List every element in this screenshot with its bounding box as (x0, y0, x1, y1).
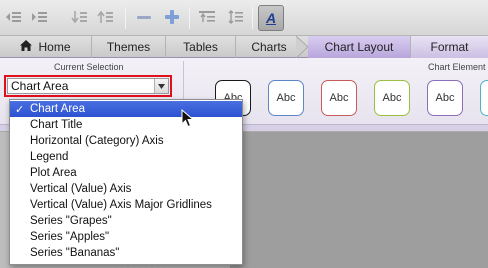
menu-item-chart-area[interactable]: ✓ Chart Area (10, 101, 242, 117)
menu-item-label: Legend (30, 151, 69, 163)
increase-indent-icon[interactable] (30, 9, 48, 25)
toolbar-separator (252, 7, 253, 29)
tab-themes-label: Themes (106, 40, 151, 54)
dropdown-arrow-icon[interactable] (154, 79, 168, 93)
menu-item-plot-area[interactable]: Plot Area (10, 165, 242, 181)
chart-element-select[interactable]: Chart Area (7, 78, 169, 94)
tab-home-label: Home (38, 40, 71, 54)
tab-home[interactable]: Home (0, 36, 92, 58)
tab-tables-label: Tables (183, 40, 218, 54)
style-thumbnail[interactable]: Abc (268, 80, 304, 116)
menu-item-label: Chart Title (30, 119, 83, 131)
home-icon (20, 40, 33, 54)
text-style-glyph: A (265, 10, 277, 26)
bring-forward-icon[interactable] (70, 9, 88, 25)
tab-format-label: Format (430, 40, 469, 54)
align-top-icon[interactable] (198, 9, 216, 25)
style-thumbnail-label: Abc (329, 92, 349, 104)
toolbar: A (0, 0, 488, 36)
style-thumbnail[interactable]: Abc (427, 80, 463, 116)
align-center-icon[interactable] (226, 9, 244, 25)
style-thumbnail[interactable] (480, 80, 488, 116)
tab-tables[interactable]: Tables (166, 36, 236, 58)
menu-item-series-bananas[interactable]: Series "Bananas" (10, 245, 242, 261)
mouse-cursor-icon (181, 109, 195, 128)
menu-item-label: Plot Area (30, 167, 77, 179)
highlight-frame: Chart Area (4, 75, 172, 97)
menu-item-series-apples[interactable]: Series "Apples" (10, 229, 242, 245)
tab-themes[interactable]: Themes (92, 36, 166, 58)
menu-item-label: Chart Area (30, 103, 85, 115)
text-style-icon[interactable]: A (258, 5, 284, 31)
menu-item-chart-title[interactable]: Chart Title (10, 117, 242, 133)
send-backward-icon[interactable] (96, 9, 114, 25)
tab-chart-layout[interactable]: Chart Layout (308, 36, 411, 58)
tab-chart-layout-label: Chart Layout (324, 40, 394, 54)
menu-item-label: Vertical (Value) Axis Major Gridlines (30, 199, 212, 211)
menu-item-label: Series "Grapes" (30, 215, 112, 227)
tab-charts-label: Charts (251, 40, 287, 54)
menu-item-horizontal-axis[interactable]: Horizontal (Category) Axis (10, 133, 242, 149)
chart-element-select-value: Chart Area (11, 79, 69, 93)
menu-item-label: Horizontal (Category) Axis (30, 135, 164, 147)
style-thumbnail-label: Abc (382, 92, 402, 104)
style-thumbnail-label: Abc (435, 92, 455, 104)
style-thumbnail[interactable]: Abc (374, 80, 410, 116)
ribbon-tabs: Home Themes Tables Charts Chart Layout F… (0, 36, 488, 58)
style-thumbnail[interactable]: Abc (321, 80, 357, 116)
toolbar-separator (189, 7, 190, 29)
plus-icon[interactable] (163, 9, 181, 25)
menu-item-label: Series "Bananas" (30, 247, 120, 259)
tab-format[interactable]: Format (411, 36, 488, 58)
style-thumbnail-label: Abc (276, 92, 296, 104)
menu-item-label: Series "Apples" (30, 231, 110, 243)
tab-arrow-separator (296, 36, 308, 58)
chart-element-styles-label: Chart Element (428, 62, 486, 72)
decrease-indent-icon[interactable] (4, 9, 22, 25)
checkmark-icon: ✓ (15, 103, 25, 116)
tab-charts[interactable]: Charts (236, 36, 302, 58)
toolbar-separator (125, 7, 126, 29)
menu-item-legend[interactable]: Legend (10, 149, 242, 165)
menu-item-label: Vertical (Value) Axis (30, 183, 132, 195)
current-selection-label: Current Selection (54, 62, 124, 72)
chart-element-dropdown: ✓ Chart Area Chart Title Horizontal (Cat… (9, 99, 243, 265)
minus-icon[interactable] (135, 9, 153, 25)
menu-item-series-grapes[interactable]: Series "Grapes" (10, 213, 242, 229)
menu-item-vertical-axis[interactable]: Vertical (Value) Axis (10, 181, 242, 197)
menu-item-vertical-gridlines[interactable]: Vertical (Value) Axis Major Gridlines (10, 197, 242, 213)
